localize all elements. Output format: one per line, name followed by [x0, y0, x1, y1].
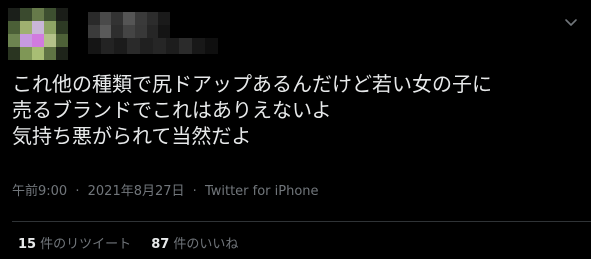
likes-count: 87: [151, 237, 170, 252]
retweets-label: 件のリツイート: [40, 237, 132, 252]
tweet-card: これ他の種類で尻ドアップあるんだけど若い女の子に 売るブランドでこれはありえない…: [0, 0, 591, 259]
tweet-text: これ他の種類で尻ドアップあるんだけど若い女の子に 売るブランドでこれはありえない…: [12, 71, 582, 149]
retweets-stat[interactable]: 15 件のリツイート: [18, 233, 131, 252]
display-name-blurred[interactable]: [88, 12, 170, 38]
tweet-source[interactable]: Twitter for iPhone: [205, 184, 319, 199]
chevron-down-icon[interactable]: [563, 14, 579, 30]
divider: [12, 221, 591, 222]
avatar[interactable]: [8, 8, 68, 60]
likes-label: 件のいいね: [173, 237, 239, 252]
tweet-stats: 15 件のリツイート 87 件のいいね: [18, 233, 238, 252]
tweet-text-line: 気持ち悪がられて当然だよ: [12, 124, 252, 148]
tweet-text-line: 売るブランドでこれはありえないよ: [12, 98, 332, 122]
retweets-count: 15: [18, 237, 37, 252]
tweet-text-line: これ他の種類で尻ドアップあるんだけど若い女の子に: [12, 72, 492, 96]
username-blurred[interactable]: [88, 38, 218, 54]
meta-separator: ·: [192, 184, 197, 199]
tweet-meta: 午前9:00 · 2021年8月27日 · Twitter for iPhone: [12, 180, 319, 199]
tweet-time[interactable]: 午前9:00: [12, 184, 67, 199]
likes-stat[interactable]: 87 件のいいね: [151, 233, 238, 252]
tweet-date[interactable]: 2021年8月27日: [88, 184, 185, 199]
meta-separator: ·: [75, 184, 80, 199]
